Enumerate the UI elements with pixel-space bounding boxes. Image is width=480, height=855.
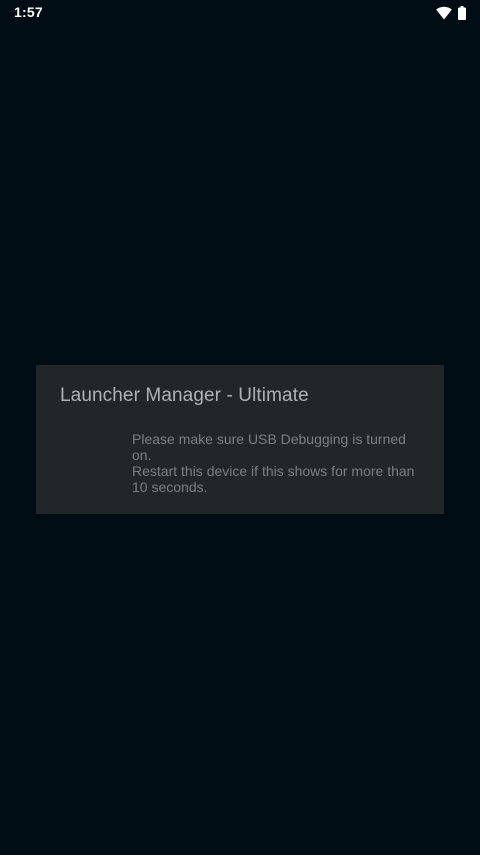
- dialog-title: Launcher Manager - Ultimate: [60, 385, 309, 406]
- dialog: Launcher Manager - Ultimate Please make …: [36, 365, 444, 514]
- status-icons: [436, 5, 466, 21]
- dialog-message: Please make sure USB Debugging is turned…: [132, 431, 424, 495]
- status-time: 1:57: [14, 4, 43, 20]
- dialog-message-line: Restart this device if this shows for mo…: [132, 463, 415, 495]
- wifi-icon: [436, 6, 452, 20]
- battery-icon: [458, 6, 466, 20]
- dialog-message-line: Please make sure USB Debugging is turned…: [132, 431, 406, 463]
- status-bar: 1:57: [0, 0, 480, 26]
